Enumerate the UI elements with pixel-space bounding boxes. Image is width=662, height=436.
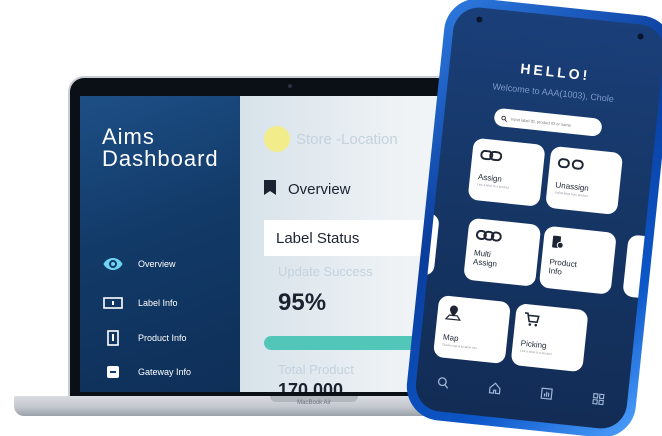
product-tag-icon [550, 235, 564, 253]
total-product-label: Total Product [278, 362, 354, 377]
multi-link-icon [475, 226, 503, 246]
sidebar-item-label: Product Info [138, 333, 187, 343]
store-status-dot [264, 126, 290, 152]
sidebar-item-overview[interactable]: Overview [102, 256, 176, 272]
cart-icon [522, 312, 540, 332]
sidebar-item-label: Gateway Info [138, 367, 192, 377]
product-info-tile[interactable]: Product Info [538, 225, 617, 295]
search-input[interactable] [510, 115, 592, 130]
picking-tile[interactable]: Picking Link a label to a product [510, 303, 589, 373]
link-icon [479, 146, 503, 165]
section-title: Overview [288, 181, 351, 198]
search-icon [500, 108, 508, 127]
brand-subtitle: Dashboard [102, 146, 219, 171]
bookmark-icon [264, 180, 276, 199]
sidebar-item-label-info[interactable]: Label Info [102, 295, 178, 311]
label-icon [102, 295, 124, 311]
sidebar-item-label: Overview [138, 259, 176, 269]
map-tile[interactable]: Map Check map & location info [432, 294, 512, 365]
nav-grid-icon[interactable] [591, 391, 606, 406]
overview-heading: Overview [264, 180, 351, 199]
nav-search-icon[interactable] [436, 375, 451, 390]
nav-chart-icon[interactable] [539, 386, 554, 401]
search-bar[interactable] [493, 107, 603, 137]
phone-sensors [454, 14, 662, 42]
sidebar-item-gateway-info[interactable]: Gateway Info [102, 364, 191, 380]
sidebar-item-label: Label Info [138, 298, 178, 308]
tile-partial-right[interactable] [622, 234, 655, 299]
bottom-nav [426, 374, 616, 408]
unassign-tile[interactable]: Unassign Unlink label from product [545, 145, 624, 216]
laptop-camera [288, 84, 292, 88]
sensor-dot [476, 16, 483, 23]
store-location[interactable]: Store -Location [296, 131, 398, 148]
update-success-value: 95% [278, 289, 327, 316]
product-icon [102, 330, 124, 346]
assign-tile[interactable]: Assign Link a label to a product [467, 137, 546, 207]
nav-home-icon[interactable] [487, 381, 502, 396]
unlink-icon [557, 155, 585, 175]
smartphone: HELLO! Welcome to AAA(1003), Chole Assig… [403, 0, 662, 436]
eye-icon [102, 256, 124, 272]
camera-icon [637, 33, 644, 40]
sidebar-item-product-info[interactable]: Product Info [102, 330, 187, 346]
update-success-label: Update Success [278, 264, 373, 279]
map-pin-icon [444, 305, 462, 326]
dashboard-sidebar: Aims Dashboard Overview Label Info Produ… [80, 96, 240, 392]
phone-screen: HELLO! Welcome to AAA(1003), Chole Assig… [413, 5, 662, 431]
total-product-value: 170,000 [278, 380, 344, 392]
multi-assign-tile[interactable]: Multi Assign [463, 217, 542, 287]
gateway-icon [102, 364, 124, 380]
